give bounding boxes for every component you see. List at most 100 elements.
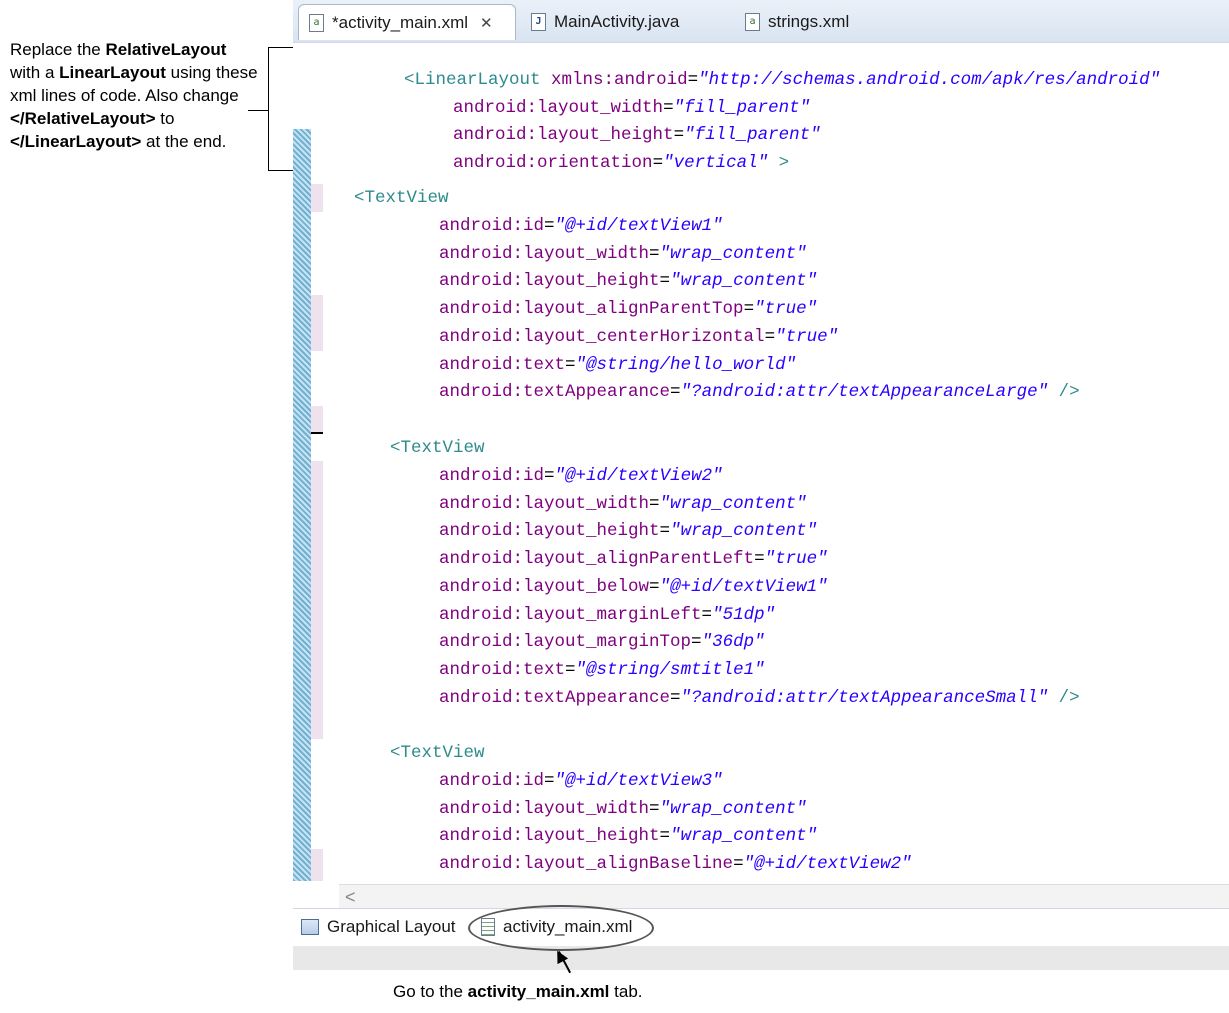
- tab-label: MainActivity.java: [554, 12, 680, 31]
- editor-tab-bar: a *activity_main.xml ✕ J MainActivity.ja…: [293, 0, 1229, 43]
- instruction-note-bottom: Go to the activity_main.xml tab.: [393, 982, 643, 1002]
- xml-equals: =: [544, 771, 555, 791]
- xml-attribute: android:layout_alignBaseline: [439, 854, 734, 875]
- xml-tag-end: >: [768, 153, 790, 173]
- xml-equals: =: [733, 854, 744, 875]
- xml-equals: =: [565, 354, 576, 375]
- code-line: <TextView: [354, 188, 449, 208]
- xml-value: "@+id/textView2": [743, 854, 912, 875]
- note-bold: RelativeLayout: [105, 40, 227, 59]
- xml-value: "true": [754, 299, 818, 320]
- xml-attribute: android:layout_height: [439, 271, 660, 292]
- xml-equals: =: [659, 521, 671, 542]
- xml-editor: a *activity_main.xml ✕ J MainActivity.ja…: [293, 0, 1229, 970]
- note-text: tab.: [609, 982, 643, 1001]
- note-bold: LinearLayout: [59, 63, 166, 82]
- code-line: android:layout_height="wrap_content": [439, 826, 817, 846]
- code-line: android:textAppearance="?android:attr/te…: [439, 688, 1080, 708]
- code-line: android:textAppearance="?android:attr/te…: [439, 382, 1080, 402]
- change-marker: [311, 461, 323, 739]
- xml-attribute: android:layout_centerHorizontal: [439, 326, 765, 347]
- xml-equals: =: [544, 466, 555, 486]
- code-text-area[interactable]: <LinearLayout xmlns:android="http://sche…: [293, 43, 1229, 883]
- xml-value: "wrap_content": [659, 493, 807, 514]
- xml-attribute: android:layout_width: [439, 493, 650, 514]
- xml-attribute: android:layout_below: [439, 576, 650, 597]
- change-gutter: [293, 129, 311, 881]
- note-bold: </LinearLayout>: [10, 132, 142, 151]
- xml-attribute: android:orientation: [453, 153, 653, 173]
- xml-value: "@+id/textView1": [554, 216, 723, 236]
- code-line: android:layout_alignParentLeft="true": [439, 549, 828, 569]
- xml-equals: =: [659, 826, 671, 847]
- highlight-ellipse: [468, 905, 654, 951]
- xml-equals: =: [764, 326, 776, 347]
- xml-value: "true": [775, 326, 839, 347]
- xml-equals: =: [670, 382, 681, 403]
- xml-value: "@+id/textView2": [554, 466, 723, 486]
- xml-value: "36dp": [701, 632, 765, 653]
- xml-value: "@string/smtitle1": [575, 659, 765, 680]
- code-line: android:layout_height="wrap_content": [439, 521, 817, 541]
- code-line: android:id="@+id/textView3": [439, 771, 723, 791]
- xml-equals: =: [649, 493, 660, 514]
- xml-value: "wrap_content": [659, 798, 807, 819]
- change-marker: [311, 406, 323, 434]
- layout-icon: [301, 919, 319, 935]
- xml-tag-end: />: [1048, 382, 1080, 403]
- code-line: android:text="@string/hello_world": [439, 355, 796, 375]
- xml-value: "@+id/textView1": [659, 576, 828, 597]
- xml-equals: =: [544, 216, 555, 236]
- note-text: Replace the: [10, 40, 106, 59]
- code-line: android:layout_width="wrap_content": [439, 244, 807, 264]
- note-text: Go to the: [393, 982, 468, 1001]
- tab-graphical-layout[interactable]: Graphical Layout: [301, 917, 456, 937]
- instruction-note-left: Replace the RelativeLayout with a Linear…: [10, 38, 260, 153]
- xml-equals: =: [754, 549, 765, 570]
- xml-value: "true": [764, 549, 828, 570]
- tab-activity-main-xml[interactable]: a *activity_main.xml ✕: [298, 4, 516, 40]
- xml-attribute: android:textAppearance: [439, 687, 671, 708]
- code-line: android:text="@string/smtitle1": [439, 660, 765, 680]
- close-icon[interactable]: ✕: [480, 14, 493, 32]
- code-line: android:layout_marginLeft="51dp": [439, 605, 775, 625]
- note-text: at the end.: [141, 132, 227, 151]
- code-line: android:id="@+id/textView2": [439, 466, 723, 486]
- code-line: android:layout_width="wrap_content": [439, 799, 807, 819]
- xml-equals: =: [691, 632, 702, 653]
- java-file-icon: J: [531, 13, 546, 31]
- xml-attribute: android:layout_alignParentTop: [439, 299, 744, 320]
- xml-attribute: android:textAppearance: [439, 382, 671, 403]
- xml-equals: =: [659, 271, 671, 292]
- xml-attribute: android:layout_marginTop: [439, 632, 692, 653]
- code-line: android:layout_centerHorizontal="true": [439, 327, 838, 347]
- xml-equals: =: [652, 153, 664, 173]
- xml-value: "wrap_content": [659, 243, 807, 264]
- tab-mainactivity-java[interactable]: J MainActivity.java: [521, 4, 689, 40]
- xml-file-icon: a: [745, 13, 760, 31]
- note-text: with a: [10, 63, 60, 82]
- change-marker: [311, 849, 323, 881]
- scroll-left-arrow-icon[interactable]: <: [345, 887, 356, 907]
- xml-value: "vertical": [663, 153, 769, 173]
- xml-value: "51dp": [712, 604, 776, 625]
- xml-value: "?android:attr/textAppearanceLarge": [680, 382, 1049, 403]
- code-line: android:layout_alignBaseline="@+id/textV…: [439, 854, 912, 874]
- note-bold: </RelativeLayout>: [10, 109, 156, 128]
- xml-attribute: android:layout_height: [439, 521, 660, 542]
- xml-equals: =: [649, 798, 660, 819]
- xml-value: "?android:attr/textAppearanceSmall": [680, 687, 1049, 708]
- note-text: to: [155, 109, 175, 128]
- tab-label: strings.xml: [768, 12, 850, 31]
- xml-attribute: android:layout_alignParentLeft: [439, 549, 755, 570]
- status-strip: [293, 946, 1229, 970]
- change-marker: [311, 295, 323, 351]
- tab-label: *activity_main.xml: [332, 12, 469, 32]
- xml-tag-end: />: [1048, 687, 1080, 708]
- code-line: android:layout_width="wrap_content": [439, 494, 807, 514]
- xml-attribute: android:layout_height: [439, 826, 660, 847]
- tab-strings-xml[interactable]: a strings.xml: [735, 4, 859, 40]
- horizontal-scrollbar[interactable]: <: [339, 884, 1229, 908]
- code-line: android:layout_height="wrap_content": [439, 271, 817, 291]
- xml-equals: =: [743, 299, 755, 320]
